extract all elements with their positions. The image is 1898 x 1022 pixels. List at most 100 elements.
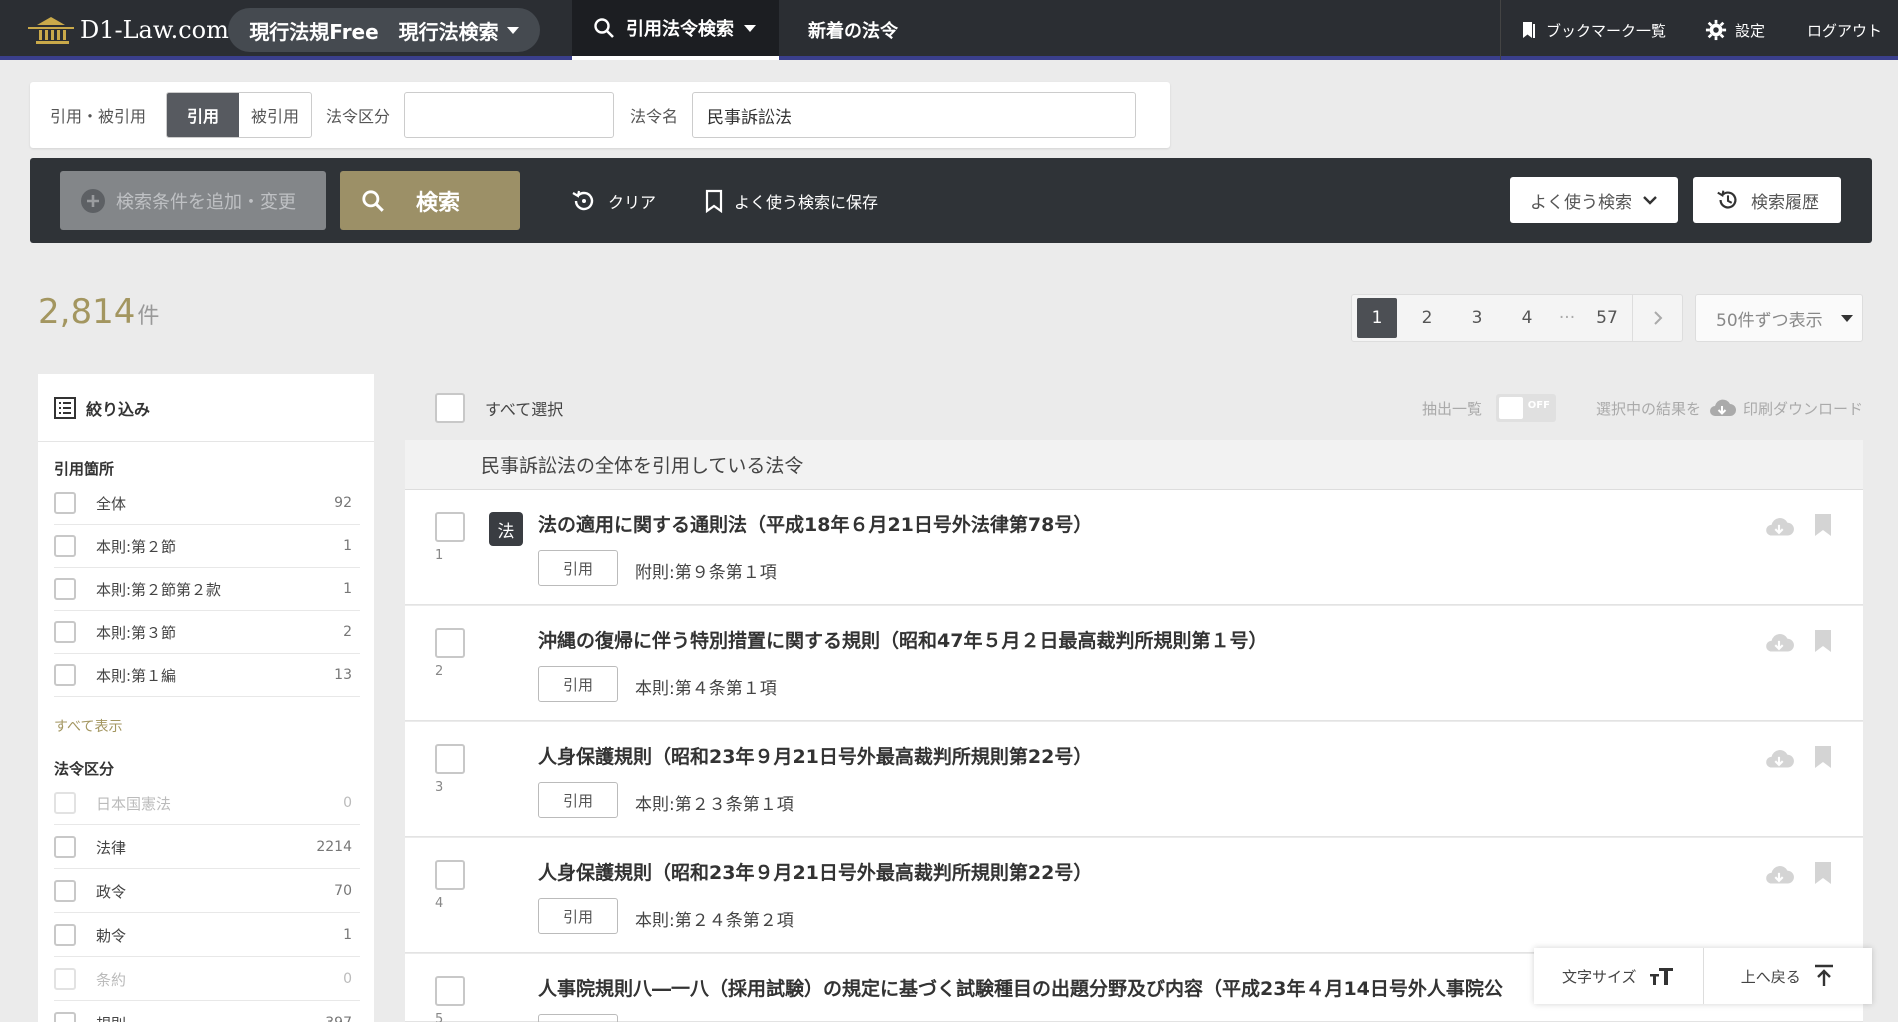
row-title[interactable]: 人身保護規則（昭和23年９月21日号外最高裁判所規則第22号） bbox=[538, 742, 1092, 769]
filter-item-label: 本則:第２節第２款 bbox=[96, 580, 222, 599]
page-57[interactable]: 57 bbox=[1582, 295, 1632, 341]
page-2[interactable]: 2 bbox=[1402, 295, 1452, 341]
checkbox[interactable] bbox=[54, 1012, 76, 1022]
law-type-section-title: 法令区分 bbox=[54, 760, 115, 778]
citation-option-cited[interactable]: 被引用 bbox=[239, 93, 311, 137]
bookmark-icon[interactable] bbox=[1813, 744, 1833, 770]
cloud-download-icon[interactable] bbox=[1763, 514, 1795, 540]
row-checkbox[interactable] bbox=[435, 860, 465, 890]
checkbox bbox=[54, 792, 76, 814]
filter-item[interactable]: 本則:第２節 1 bbox=[54, 525, 360, 568]
search-icon bbox=[362, 189, 384, 212]
clear-button[interactable]: クリア bbox=[570, 171, 656, 230]
filter-item[interactable]: 本則:第３節 2 bbox=[54, 611, 360, 654]
filter-item[interactable]: 規則 397 bbox=[54, 1002, 360, 1022]
law-type-badge: 法 bbox=[489, 512, 523, 546]
law-name-field[interactable]: 民事訴訟法 bbox=[692, 92, 1137, 138]
bookmark-icon[interactable] bbox=[1813, 512, 1833, 538]
result-count-unit: 件 bbox=[137, 304, 160, 329]
extract-list-toggle[interactable]: OFF bbox=[1495, 394, 1556, 422]
tab-new-laws[interactable]: 新着の法令 bbox=[808, 0, 898, 60]
filter-item-count: 1 bbox=[343, 581, 352, 597]
row-checkbox[interactable] bbox=[435, 976, 465, 1006]
filter-item[interactable]: 政令 70 bbox=[54, 870, 360, 913]
back-to-top-button[interactable]: 上へ戻る bbox=[1702, 948, 1873, 1004]
row-checkbox[interactable] bbox=[435, 628, 465, 658]
citation-option-cite[interactable]: 引用 bbox=[167, 93, 240, 137]
select-all-checkbox[interactable] bbox=[435, 393, 465, 423]
filter-item[interactable]: 全体 92 bbox=[54, 482, 360, 525]
bookmarks-link[interactable]: ブックマーク一覧 bbox=[1520, 0, 1666, 60]
page-ellipsis: ··· bbox=[1558, 308, 1576, 328]
result-row[interactable]: 2 沖縄の復帰に伴う特別措置に関する規則（昭和47年５月２日最高裁判所規則第１号… bbox=[405, 606, 1863, 721]
row-number: 3 bbox=[435, 780, 444, 795]
print-download-link[interactable]: 印刷ダウンロード bbox=[1743, 398, 1863, 419]
font-size-label: 文字サイズ bbox=[1561, 967, 1637, 986]
show-all-link[interactable]: すべて表示 bbox=[54, 716, 122, 736]
row-checkbox[interactable] bbox=[435, 512, 465, 542]
row-number: 2 bbox=[435, 664, 444, 679]
result-row[interactable]: 3 人身保護規則（昭和23年９月21日号外最高裁判所規則第22号） 引用 本則:… bbox=[405, 722, 1863, 837]
product-selector[interactable]: 現行法規Free 現行法検索 bbox=[228, 8, 540, 52]
bookmark-icon[interactable] bbox=[1813, 628, 1833, 654]
filter-item-label: 本則:第３節 bbox=[96, 623, 177, 642]
checkbox[interactable] bbox=[54, 664, 76, 686]
bookmark-icon[interactable] bbox=[1813, 860, 1833, 886]
cloud-download-icon[interactable] bbox=[1763, 630, 1795, 656]
law-type-field[interactable] bbox=[404, 92, 615, 138]
gear-icon bbox=[1705, 19, 1727, 41]
next-page-button[interactable] bbox=[1632, 295, 1682, 341]
page-4[interactable]: 4 bbox=[1502, 295, 1552, 341]
row-title[interactable]: 人事院規則八―一八（採用試験）の規定に基づく試験種目の出題分野及び内容（平成23… bbox=[538, 974, 1503, 1001]
filter-item-count: 1 bbox=[343, 927, 352, 943]
row-title[interactable]: 人身保護規則（昭和23年９月21日号外最高裁判所規則第22号） bbox=[538, 858, 1092, 885]
filter-title: 絞り込み bbox=[86, 399, 151, 419]
row-checkbox[interactable] bbox=[435, 744, 465, 774]
row-title[interactable]: 法の適用に関する通則法（平成18年６月21日号外法律第78号） bbox=[538, 510, 1092, 537]
list-icon bbox=[54, 396, 76, 419]
history-icon bbox=[1717, 190, 1737, 209]
filter-item-label: 法律 bbox=[96, 838, 127, 857]
citation-tag: 引用 bbox=[538, 550, 618, 586]
save-search-button[interactable]: よく使う検索に保存 bbox=[704, 171, 878, 230]
checkbox[interactable] bbox=[54, 578, 76, 600]
add-condition-button[interactable]: 検索条件を追加・変更 bbox=[60, 171, 326, 230]
search-icon bbox=[594, 18, 614, 38]
result-row[interactable]: 4 人身保護規則（昭和23年９月21日号外最高裁判所規則第22号） 引用 本則:… bbox=[405, 838, 1863, 953]
chevron-down-icon bbox=[1840, 314, 1853, 322]
checkbox[interactable] bbox=[54, 836, 76, 858]
checkbox[interactable] bbox=[54, 492, 76, 514]
checkbox[interactable] bbox=[54, 880, 76, 902]
logout-link[interactable]: ログアウト bbox=[1807, 0, 1882, 60]
filter-item-count: 1 bbox=[343, 538, 352, 554]
filter-item-label: 本則:第２節 bbox=[96, 537, 177, 556]
logout-label: ログアウト bbox=[1807, 21, 1883, 40]
search-button[interactable]: 検索 bbox=[340, 171, 520, 230]
chevron-down-icon bbox=[506, 26, 519, 34]
row-title[interactable]: 沖縄の復帰に伴う特別措置に関する規則（昭和47年５月２日最高裁判所規則第１号） bbox=[538, 626, 1267, 653]
page-1[interactable]: 1 bbox=[1357, 298, 1397, 338]
settings-link[interactable]: 設定 bbox=[1705, 0, 1765, 60]
checkbox[interactable] bbox=[54, 535, 76, 557]
frequent-search-dropdown[interactable]: よく使う検索 bbox=[1510, 177, 1678, 223]
tab-citation-search[interactable]: 引用法令検索 bbox=[572, 0, 779, 60]
courthouse-logo-icon bbox=[28, 17, 74, 44]
cloud-download-icon[interactable] bbox=[1763, 862, 1795, 888]
search-history-button[interactable]: 検索履歴 bbox=[1693, 177, 1841, 223]
page-3[interactable]: 3 bbox=[1452, 295, 1502, 341]
filter-item[interactable]: 本則:第２節第２款 1 bbox=[54, 568, 360, 611]
filter-item-count: 92 bbox=[334, 495, 352, 511]
per-page-select[interactable]: 50件ずつ表示 bbox=[1695, 294, 1863, 342]
filter-item[interactable]: 本則:第１編 13 bbox=[54, 654, 360, 697]
filter-item-label: 規則 bbox=[96, 1013, 126, 1022]
cloud-download-icon[interactable] bbox=[1707, 396, 1737, 420]
filter-item-label: 全体 bbox=[96, 494, 127, 513]
result-row[interactable]: 1 法 法の適用に関する通則法（平成18年６月21日号外法律第78号） 引用 附… bbox=[405, 490, 1863, 605]
checkbox[interactable] bbox=[54, 621, 76, 643]
site-logo[interactable]: D1-Law.com bbox=[28, 14, 229, 46]
font-size-button[interactable]: 文字サイズ bbox=[1534, 948, 1703, 1004]
cloud-download-icon[interactable] bbox=[1763, 746, 1795, 772]
filter-item[interactable]: 勅令 1 bbox=[54, 914, 360, 957]
checkbox[interactable] bbox=[54, 924, 76, 946]
filter-item[interactable]: 法律 2214 bbox=[54, 826, 360, 869]
